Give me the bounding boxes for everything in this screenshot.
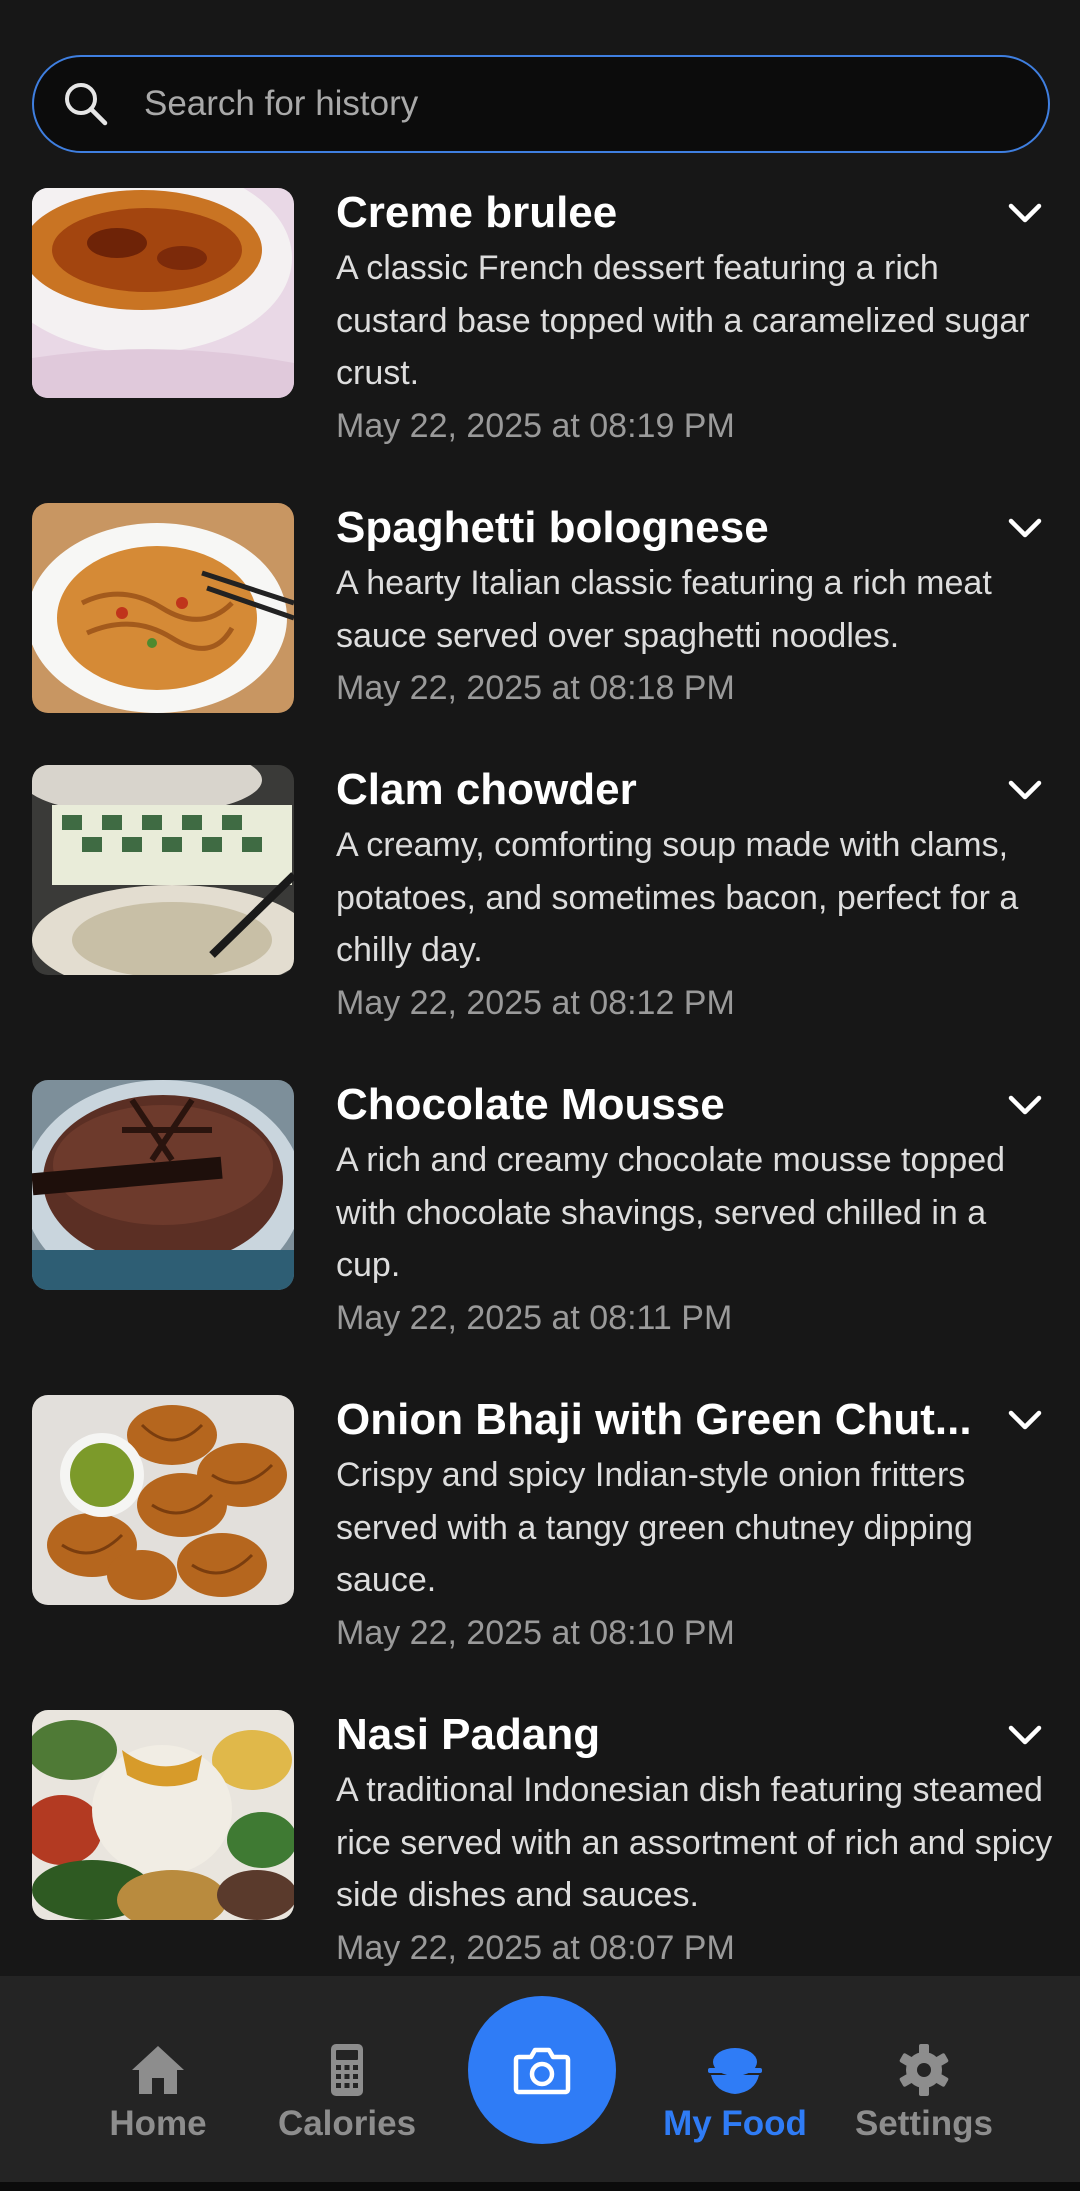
chevron-down-icon[interactable]: [1005, 513, 1045, 543]
food-thumbnail: [32, 765, 294, 975]
chevron-down-icon[interactable]: [1005, 1405, 1045, 1435]
nav-settings-label: Settings: [854, 2104, 994, 2143]
camera-button[interactable]: [468, 1996, 616, 2144]
food-title: Onion Bhaji with Green Chut...: [336, 1395, 972, 1444]
food-title: Clam chowder: [336, 765, 637, 814]
search-input[interactable]: [144, 59, 1048, 149]
gear-icon: [899, 2044, 949, 2096]
nav-home-label: Home: [109, 2104, 207, 2143]
food-description: A hearty Italian classic featuring a ric…: [336, 564, 992, 655]
system-gesture-bar: [0, 2182, 1080, 2191]
nav-my-food-label: My Food: [663, 2104, 807, 2143]
bottom-navigation: Home Calories My Food Settings: [0, 1976, 1080, 2191]
chevron-down-icon[interactable]: [1005, 1090, 1045, 1120]
food-description-block: A creamy, comforting soup made with clam…: [336, 819, 1056, 1029]
search-bar[interactable]: [32, 55, 1050, 153]
food-title: Chocolate Mousse: [336, 1080, 725, 1129]
food-description-block: Crispy and spicy Indian-style onion frit…: [336, 1449, 1056, 1659]
food-title: Creme brulee: [336, 188, 618, 237]
food-title: Spaghetti bolognese: [336, 503, 769, 552]
food-description: A creamy, comforting soup made with clam…: [336, 826, 1019, 969]
food-date: May 22, 2025 at 08:18 PM: [336, 669, 735, 707]
food-date: May 22, 2025 at 08:07 PM: [336, 1928, 735, 1967]
nav-my-food[interactable]: My Food: [655, 2042, 815, 2144]
food-description-block: A hearty Italian classic featuring a ric…: [336, 557, 1056, 715]
nav-settings[interactable]: Settings: [844, 2042, 1004, 2144]
food-thumbnail: [32, 188, 294, 398]
rice-bowl-icon: [708, 2048, 762, 2094]
food-date: May 22, 2025 at 08:12 PM: [336, 983, 735, 1022]
food-thumbnail: [32, 1395, 294, 1605]
search-icon: [65, 83, 108, 126]
nav-home[interactable]: Home: [78, 2042, 238, 2144]
food-description: A classic French dessert featuring a ric…: [336, 249, 1030, 392]
food-description: Crispy and spicy Indian-style onion frit…: [336, 1456, 973, 1599]
food-thumbnail: [32, 503, 294, 713]
chevron-down-icon[interactable]: [1005, 775, 1045, 805]
food-date: May 22, 2025 at 08:19 PM: [336, 406, 735, 445]
camera-icon: [513, 2047, 571, 2095]
food-description-block: A traditional Indonesian dish featuring …: [336, 1764, 1056, 1974]
food-description: A rich and creamy chocolate mousse toppe…: [336, 1141, 1006, 1284]
chevron-down-icon[interactable]: [1005, 198, 1045, 228]
food-thumbnail: [32, 1080, 294, 1290]
chevron-down-icon[interactable]: [1005, 1720, 1045, 1750]
food-date: May 22, 2025 at 08:10 PM: [336, 1613, 735, 1652]
home-icon: [132, 2046, 184, 2094]
food-thumbnail: [32, 1710, 294, 1920]
nav-calories-label: Calories: [277, 2104, 417, 2143]
food-description-block: A rich and creamy chocolate mousse toppe…: [336, 1134, 1056, 1344]
calculator-icon: [331, 2044, 363, 2096]
nav-calories[interactable]: Calories: [267, 2042, 427, 2144]
my-food-history-screen: Creme brulee A classic French dessert fe…: [0, 0, 1080, 2191]
food-date: May 22, 2025 at 08:11 PM: [336, 1298, 733, 1337]
food-title: Nasi Padang: [336, 1710, 601, 1759]
food-description-block: A classic French dessert featuring a ric…: [336, 242, 1056, 452]
food-description: A traditional Indonesian dish featuring …: [336, 1771, 1053, 1914]
